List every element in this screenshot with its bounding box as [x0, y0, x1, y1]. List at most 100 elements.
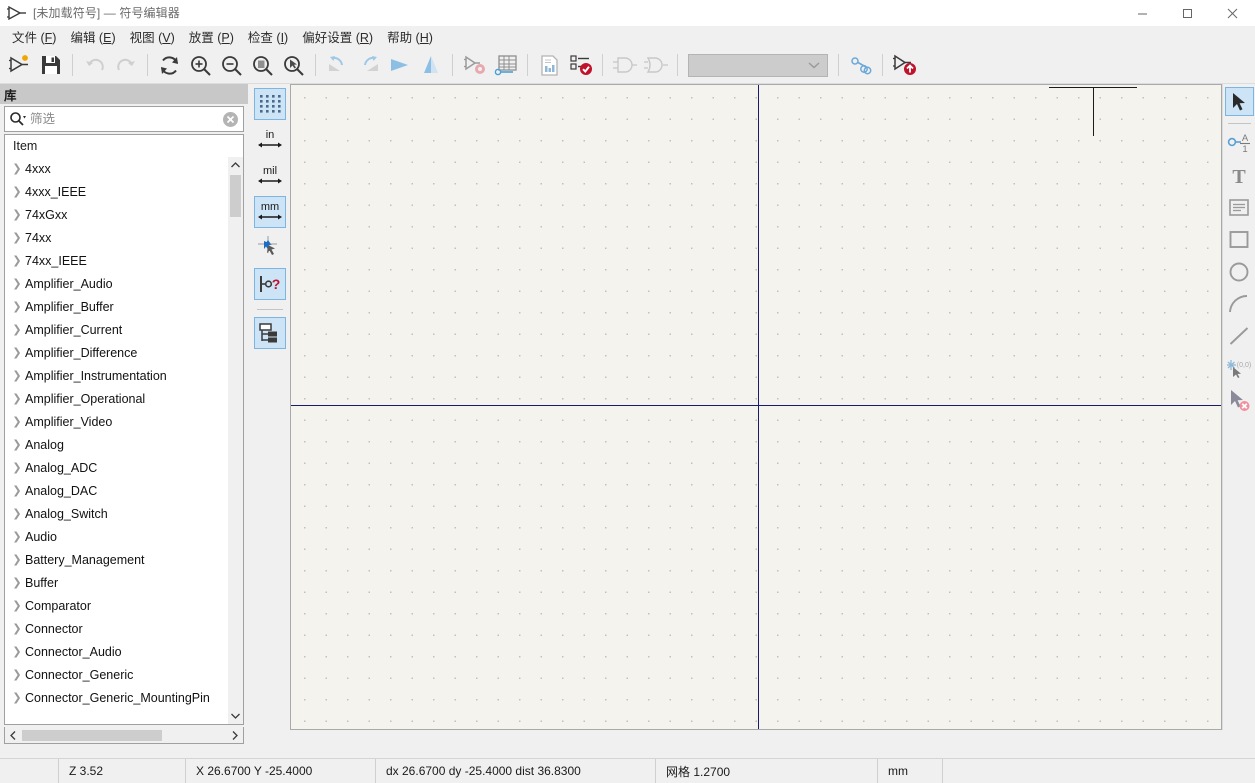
chevron-right-icon[interactable]: ❯ [9, 277, 25, 290]
redo-icon[interactable] [110, 50, 141, 81]
add-textbox-tool-icon[interactable] [1225, 193, 1254, 222]
pin-table-icon[interactable] [490, 50, 521, 81]
chevron-right-icon[interactable]: ❯ [9, 185, 25, 198]
menu-item-2[interactable]: 编辑 (E) [63, 25, 122, 48]
add-arc-tool-icon[interactable] [1225, 289, 1254, 318]
chevron-right-icon[interactable]: ❯ [9, 300, 25, 313]
scroll-left-arrow[interactable] [5, 728, 21, 743]
scroll-up-arrow[interactable] [228, 157, 243, 173]
library-tree-item[interactable]: ❯Amplifier_Audio [5, 272, 228, 295]
library-vertical-scrollbar[interactable] [228, 157, 243, 724]
menu-item-6[interactable]: 偏好设置 (R) [295, 25, 380, 48]
undo-icon[interactable] [79, 50, 110, 81]
chevron-right-icon[interactable]: ❯ [9, 438, 25, 451]
menu-item-1[interactable]: 文件 (F) [5, 25, 63, 48]
units-mils-icon[interactable]: mil [254, 160, 286, 192]
library-tree-item[interactable]: ❯Buffer [5, 571, 228, 594]
zoom-to-selection-icon[interactable] [278, 50, 309, 81]
new-symbol-icon[interactable] [4, 50, 35, 81]
library-tree-item[interactable]: ❯Amplifier_Current [5, 318, 228, 341]
select-tool-icon[interactable] [1225, 87, 1254, 116]
pin-synchronize-icon[interactable] [845, 50, 876, 81]
maximize-button[interactable] [1165, 0, 1210, 26]
menu-item-5[interactable]: 检查 (I) [241, 25, 295, 48]
chevron-right-icon[interactable]: ❯ [9, 346, 25, 359]
chevron-right-icon[interactable]: ❯ [9, 507, 25, 520]
library-tree-item[interactable]: ❯Connector [5, 617, 228, 640]
unit-selector-combo[interactable] [688, 54, 828, 77]
library-tree-item[interactable]: ❯4xxx_IEEE [5, 180, 228, 203]
add-text-tool-icon[interactable]: T [1225, 161, 1254, 190]
library-tree-item[interactable]: ❯74xx [5, 226, 228, 249]
deMorgan-alternate-icon[interactable] [640, 50, 671, 81]
scroll-right-arrow[interactable] [227, 728, 243, 743]
library-tree-item[interactable]: ❯Analog_ADC [5, 456, 228, 479]
mirror-horizontal-icon[interactable] [384, 50, 415, 81]
chevron-right-icon[interactable]: ❯ [9, 392, 25, 405]
library-tree-item[interactable]: ❯Amplifier_Video [5, 410, 228, 433]
rotate-ccw-icon[interactable] [322, 50, 353, 81]
set-anchor-tool-icon[interactable]: (0,0) [1225, 353, 1254, 382]
chevron-right-icon[interactable]: ❯ [9, 691, 25, 704]
horizontal-scroll-thumb[interactable] [22, 730, 162, 741]
zoom-to-page-icon[interactable] [247, 50, 278, 81]
library-search-box[interactable] [4, 106, 244, 132]
library-tree-item[interactable]: ❯Amplifier_Instrumentation [5, 364, 228, 387]
chevron-right-icon[interactable]: ❯ [9, 645, 25, 658]
symbol-properties-icon[interactable] [459, 50, 490, 81]
scroll-down-arrow[interactable] [228, 708, 243, 724]
library-tree-item[interactable]: ❯4xxx [5, 157, 228, 180]
library-tree-item[interactable]: ❯Amplifier_Operational [5, 387, 228, 410]
library-tree-item[interactable]: ❯Battery_Management [5, 548, 228, 571]
add-pin-tool-icon[interactable]: A 1 [1225, 129, 1254, 158]
library-tree-item[interactable]: ❯Analog_DAC [5, 479, 228, 502]
library-tree-item[interactable]: ❯74xGxx [5, 203, 228, 226]
close-button[interactable] [1210, 0, 1255, 26]
show-electrical-types-icon[interactable]: ? [254, 268, 286, 300]
menu-item-7[interactable]: 帮助 (H) [380, 25, 440, 48]
zoom-out-icon[interactable] [216, 50, 247, 81]
chevron-right-icon[interactable]: ❯ [9, 162, 25, 175]
chevron-right-icon[interactable]: ❯ [9, 231, 25, 244]
library-tree-item[interactable]: ❯Analog [5, 433, 228, 456]
library-tree-items[interactable]: ❯4xxx❯4xxx_IEEE❯74xGxx❯74xx❯74xx_IEEE❯Am… [5, 157, 228, 724]
rotate-cw-icon[interactable] [353, 50, 384, 81]
add-rectangle-tool-icon[interactable] [1225, 225, 1254, 254]
chevron-right-icon[interactable]: ❯ [9, 323, 25, 336]
library-tree-item[interactable]: ❯Connector_Generic [5, 663, 228, 686]
library-tree-item[interactable]: ❯74xx_IEEE [5, 249, 228, 272]
library-tree-item[interactable]: ❯Amplifier_Buffer [5, 295, 228, 318]
chevron-right-icon[interactable]: ❯ [9, 484, 25, 497]
chevron-right-icon[interactable]: ❯ [9, 208, 25, 221]
chevron-right-icon[interactable]: ❯ [9, 369, 25, 382]
save-icon[interactable] [35, 50, 66, 81]
library-tree-item[interactable]: ❯Audio [5, 525, 228, 548]
menu-item-4[interactable]: 放置 (P) [182, 25, 241, 48]
show-symbol-tree-icon[interactable] [254, 317, 286, 349]
library-tree-item[interactable]: ❯Amplifier_Difference [5, 341, 228, 364]
minimize-button[interactable] [1120, 0, 1165, 26]
vertical-scroll-thumb[interactable] [230, 175, 241, 217]
library-tree-item[interactable]: ❯Comparator [5, 594, 228, 617]
library-tree-item[interactable]: ❯Connector_Audio [5, 640, 228, 663]
menu-item-3[interactable]: 视图 (V) [123, 25, 182, 48]
chevron-right-icon[interactable]: ❯ [9, 553, 25, 566]
clear-icon[interactable] [222, 111, 239, 128]
export-symbol-icon[interactable] [889, 50, 920, 81]
units-inches-icon[interactable]: in [254, 124, 286, 156]
refresh-icon[interactable] [154, 50, 185, 81]
datasheet-icon[interactable] [534, 50, 565, 81]
electrical-rules-check-icon[interactable] [565, 50, 596, 81]
chevron-right-icon[interactable]: ❯ [9, 530, 25, 543]
chevron-right-icon[interactable]: ❯ [9, 415, 25, 428]
chevron-right-icon[interactable]: ❯ [9, 461, 25, 474]
add-line-tool-icon[interactable] [1225, 321, 1254, 350]
chevron-right-icon[interactable]: ❯ [9, 576, 25, 589]
units-millimeters-icon[interactable]: mm [254, 196, 286, 228]
schematic-canvas[interactable] [290, 84, 1222, 730]
toggle-full-crosshair-icon[interactable] [254, 232, 286, 264]
library-tree-item[interactable]: ❯Analog_Switch [5, 502, 228, 525]
mirror-vertical-icon[interactable] [415, 50, 446, 81]
add-circle-tool-icon[interactable] [1225, 257, 1254, 286]
library-horizontal-scrollbar[interactable] [4, 727, 244, 744]
